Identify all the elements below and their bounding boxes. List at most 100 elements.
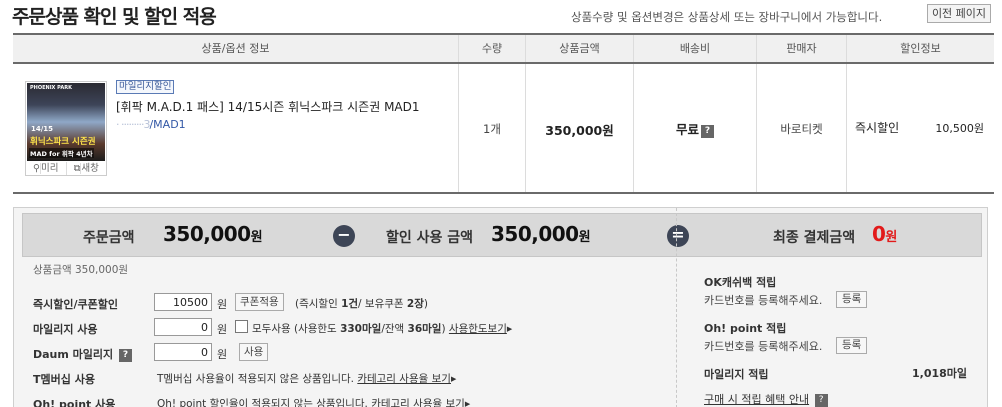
final-payment-value: 0원 xyxy=(872,222,897,246)
mileage-input[interactable] xyxy=(154,318,212,336)
mileage-earn-title: 마일리지 적립 xyxy=(704,368,769,381)
instant-discount-input[interactable] xyxy=(154,293,212,311)
use-all-label: 모두사용 (사용한도 xyxy=(252,323,341,335)
thumbnail-actions: ⚲미리 ⧉새창 xyxy=(26,162,106,175)
remain-label: /잔액 xyxy=(381,323,408,335)
magnifier-icon: ⚲ xyxy=(33,163,41,174)
payment-calculation-panel: 주문금액 350,000원 − 할인 사용 금액 350,000원 = 최종 결… xyxy=(13,207,988,407)
info-mid: / 보유쿠폰 xyxy=(358,298,407,310)
discount-used-value: 350,000원 xyxy=(491,222,591,246)
tmembership-row: T멤버십 사용 T멤버십 사용율이 적용되지 않은 상품입니다. 카테고리 사용… xyxy=(33,368,673,388)
apply-coupon-button[interactable]: 쿠폰적용 xyxy=(235,293,284,311)
mileage-close: ) xyxy=(441,323,446,335)
section-divider xyxy=(676,208,677,407)
daum-mileage-row: Daum 마일리지 ? 원 사용 xyxy=(33,343,673,363)
ohpoint-row: Oh! point 사용 Oh! point 할인율이 적용되지 않는 상품입니… xyxy=(33,393,673,407)
thumbnail-brand: PHOENIX PARK xyxy=(30,85,72,91)
tmembership-info: T멤버십 사용율이 적용되지 않은 상품입니다. 카테고리 사용율 보기▶ xyxy=(157,371,456,386)
shipping-value: 무료 xyxy=(675,122,699,137)
thumbnail-title: 휘닉스파크 시즌권 xyxy=(30,137,96,147)
new-window-label: 새창 xyxy=(81,163,99,174)
instant-discount-info: (즉시할인 1건/ 보유쿠폰 2장) xyxy=(295,296,428,311)
mileage-unit: 원 xyxy=(217,323,228,336)
quantity-cell: 1개 xyxy=(459,64,526,192)
product-name[interactable]: [휘팍 M.A.D.1 패스] 14/15시즌 휘닉스파크 시즌권 MAD1 xyxy=(116,98,420,115)
product-url-tail: /MAD1 xyxy=(149,118,186,131)
instant-discount-unit: 원 xyxy=(217,298,228,311)
daum-mileage-unit: 원 xyxy=(217,348,228,361)
usage-limit-link[interactable]: 사용한도보기 xyxy=(449,323,507,335)
arrow-right-icon: ▶ xyxy=(450,375,457,383)
mileage-limit-info: 모두사용 (사용한도 330마일/잔액 36마일) 사용한도보기▶ xyxy=(252,321,512,336)
discount-cell: 즉시할인 10,500원 xyxy=(847,64,994,192)
equals-icon: = xyxy=(667,225,689,247)
daum-use-button[interactable]: 사용 xyxy=(239,343,269,361)
ohpoint-earn-text: 카드번호를 등록해주세요. xyxy=(704,340,823,353)
ok-cashbag-register-button[interactable]: 등록 xyxy=(836,291,868,308)
tmembership-text: T멤버십 사용율이 적용되지 않은 상품입니다. xyxy=(157,373,354,385)
order-table: 상품/옵션 정보 수량 상품금액 배송비 판매자 할인정보 PHOENIX PA… xyxy=(13,33,994,194)
header-product-info: 상품/옵션 정보 xyxy=(13,35,459,62)
help-icon[interactable]: ? xyxy=(814,394,828,407)
preview-label: 미리 xyxy=(40,163,59,174)
previous-page-button[interactable]: 이전 페이지 xyxy=(927,4,991,23)
mileage-discount-tag: 마일리지할인 xyxy=(116,80,175,94)
discount-used-label: 할인 사용 금액 xyxy=(386,230,474,246)
header-price: 상품금액 xyxy=(526,35,634,62)
new-window-button[interactable]: ⧉새창 xyxy=(67,162,107,175)
thumbnail-season: 14/15 xyxy=(31,125,54,133)
ohpoint-label: Oh! point 사용 xyxy=(33,398,116,407)
order-amount-unit: 원 xyxy=(250,230,263,245)
preview-button[interactable]: ⚲미리 xyxy=(26,162,67,175)
product-thumbnail[interactable]: PHOENIX PARK 14/15 휘닉스파크 시즌권 MAD for 휘팍 … xyxy=(25,81,107,176)
header-quantity: 수량 xyxy=(459,35,526,62)
ohpoint-register-button[interactable]: 등록 xyxy=(836,337,868,354)
arrow-right-icon: ▶ xyxy=(506,325,513,333)
final-payment-number: 0 xyxy=(872,222,886,246)
ok-cashbag-text: 카드번호를 등록해주세요. xyxy=(704,294,823,307)
mileage-label: 마일리지 사용 xyxy=(33,323,98,336)
mileage-row: 마일리지 사용 원 모두사용 (사용한도 330마일/잔액 36마일) 사용한도… xyxy=(33,318,673,338)
product-url[interactable]: · ·········3/MAD1 xyxy=(116,118,186,131)
ohpoint-info: Oh! point 할인율이 적용되지 않는 상품입니다. 카테고리 사용율 보… xyxy=(157,396,470,407)
seller-cell: 바로티켓 xyxy=(757,64,847,192)
coupon-count: 2장 xyxy=(406,298,424,310)
discount-used-unit: 원 xyxy=(578,230,591,245)
table-header: 상품/옵션 정보 수량 상품금액 배송비 판매자 할인정보 xyxy=(13,35,994,64)
minus-icon: − xyxy=(333,225,355,247)
arrow-right-icon: ▶ xyxy=(464,400,471,407)
ohpoint-earn-title: Oh! point 적립 xyxy=(704,322,787,335)
header-shipping: 배송비 xyxy=(634,35,757,62)
ohpoint-category-link[interactable]: 카테고리 사용율 보기 xyxy=(371,398,465,407)
product-amount-note: 상품금액 350,000원 xyxy=(33,264,129,276)
daum-mileage-label-wrap: Daum 마일리지 ? xyxy=(33,346,132,362)
product-image[interactable]: PHOENIX PARK 14/15 휘닉스파크 시즌권 MAD for 휘팍 … xyxy=(27,83,105,161)
tmembership-label: T멤버십 사용 xyxy=(33,373,95,386)
help-icon[interactable]: ? xyxy=(119,349,132,362)
instant-discount-row: 즉시할인/쿠폰할인 원 쿠폰적용 (즉시할인 1건/ 보유쿠폰 2장) xyxy=(33,293,673,313)
order-amount-number: 350,000 xyxy=(163,222,251,246)
daum-mileage-input[interactable] xyxy=(154,343,212,361)
use-all-checkbox[interactable] xyxy=(235,320,248,333)
thumbnail-subtitle: MAD for 휘팍 4년차 xyxy=(29,148,94,158)
info-prefix: (즉시할인 xyxy=(295,298,342,310)
ohpoint-text: Oh! point 할인율이 적용되지 않는 상품입니다. xyxy=(157,398,368,407)
help-icon[interactable]: ? xyxy=(701,125,714,138)
summary-bar: 주문금액 350,000원 − 할인 사용 금액 350,000원 = 최종 결… xyxy=(22,213,982,257)
mileage-remain: 36마일 xyxy=(407,323,442,335)
instant-count: 1건 xyxy=(341,298,359,310)
order-amount-value: 350,000원 xyxy=(163,222,263,246)
price-cell: 350,000원 xyxy=(526,64,634,192)
header-seller: 판매자 xyxy=(757,35,847,62)
benefit-info-link[interactable]: 구매 시 적립 혜택 안내 xyxy=(704,393,809,406)
order-amount-label: 주문금액 xyxy=(83,230,135,246)
final-payment-unit: 원 xyxy=(885,230,897,245)
product-url-blurred: · ·········3 xyxy=(116,118,150,131)
discount-used-number: 350,000 xyxy=(491,222,579,246)
mileage-limit: 330마일 xyxy=(340,323,382,335)
discount-amount: 10,500원 xyxy=(935,122,984,135)
table-row: PHOENIX PARK 14/15 휘닉스파크 시즌권 MAD for 휘팍 … xyxy=(13,64,994,192)
daum-mileage-label: Daum 마일리지 xyxy=(33,348,114,361)
info-suffix: ) xyxy=(423,298,428,310)
tmembership-category-link[interactable]: 카테고리 사용율 보기 xyxy=(357,373,451,385)
